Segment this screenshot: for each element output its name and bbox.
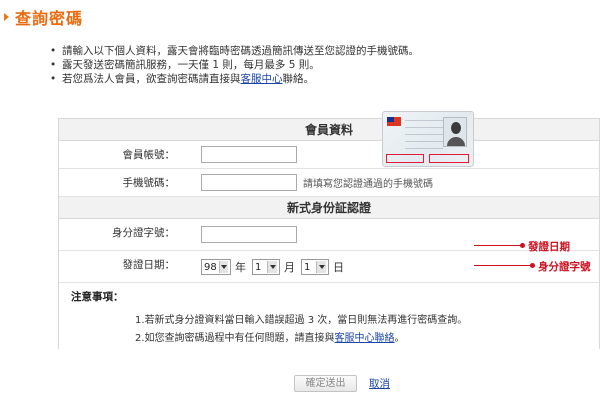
instruction-item: 若您爲法人會員，欲查詢密碼請直接與客服中心聯絡。 — [50, 72, 419, 86]
day-unit: 日 — [333, 261, 344, 274]
callout-leader — [474, 245, 522, 246]
phone-label: 手機號碼： — [122, 177, 176, 189]
portrait-icon — [443, 117, 467, 147]
issue-date-row: 發證日期： 98 年 1 月 1 日 — [59, 251, 599, 283]
id-section-heading: 新式身份証認證 — [59, 197, 599, 219]
password-query-form: 會員資料 會員帳號： 手機號碼： 請填寫您認證通過的手機號碼 新式身份証認證 身… — [58, 118, 600, 349]
chevron-down-icon — [218, 261, 228, 273]
cancel-link[interactable]: 取消 — [369, 376, 390, 391]
phone-hint: 請填寫您認證通過的手機號碼 — [303, 179, 433, 190]
notice-title: 注意事項： — [71, 291, 124, 303]
id-card-sample-image — [382, 111, 474, 167]
chevron-down-icon — [267, 261, 277, 273]
account-input[interactable] — [201, 146, 297, 163]
submit-button[interactable]: 確定送出 — [294, 375, 357, 392]
id-number-label: 身分證字號： — [112, 227, 175, 239]
chevron-down-icon — [316, 261, 326, 273]
year-unit: 年 — [235, 261, 246, 274]
month-select[interactable]: 1 — [252, 259, 280, 275]
instructions-list: 請輸入以下個人資料，露天會將臨時密碼透過簡訊傳送至您認證的手機號碼。 露天發送密… — [50, 44, 419, 86]
instruction-item: 露天發送密碼簡訊服務，一天僅 1 則，每月最多 5 則。 — [50, 58, 419, 72]
phone-input[interactable] — [201, 174, 297, 191]
page-title: 查詢密碼 — [15, 9, 84, 28]
title-arrow-icon — [4, 13, 9, 21]
account-label: 會員帳號： — [122, 149, 176, 161]
day-select[interactable]: 1 — [301, 259, 329, 275]
notice-item: 2.如您查詢密碼過程中有任何問題，請直接與客服中心聯絡。 — [135, 333, 405, 344]
instruction-item: 請輸入以下個人資料，露天會將臨時密碼透過簡訊傳送至您認證的手機號碼。 — [50, 44, 419, 58]
member-section-heading: 會員資料 — [59, 119, 599, 141]
callout-leader — [474, 265, 532, 266]
month-unit: 月 — [284, 261, 295, 274]
page-header: 查詢密碼 — [4, 6, 83, 28]
account-row: 會員帳號： — [59, 141, 599, 169]
customer-service-link[interactable]: 客服中心 — [241, 73, 283, 85]
id-verification-block: 身分證字號： 發證日期： 98 年 1 月 1 日 — [59, 219, 599, 283]
id-number-row: 身分證字號： — [59, 219, 599, 251]
notice-section: 注意事項： 1.若新式身分證資料當日輸入錯誤超過 3 次，當日則無法再進行密碼查… — [59, 283, 599, 349]
id-number-highlight — [429, 154, 469, 163]
id-number-input[interactable] — [201, 226, 297, 243]
notice-item: 1.若新式身分證資料當日輸入錯誤超過 3 次，當日則無法再進行密碼查詢。 — [135, 315, 468, 326]
form-actions: 確定送出 取消 — [294, 375, 390, 392]
customer-service-contact-link[interactable]: 客服中心聯絡 — [335, 333, 395, 344]
phone-row: 手機號碼： 請填寫您認證通過的手機號碼 — [59, 169, 599, 197]
issue-date-label: 發證日期： — [122, 259, 176, 271]
year-select[interactable]: 98 — [201, 259, 231, 275]
flag-icon — [387, 117, 401, 126]
issue-date-callout: 發證日期 — [528, 241, 570, 253]
id-number-callout: 身分證字號 — [538, 261, 591, 273]
issue-date-highlight — [386, 154, 424, 163]
